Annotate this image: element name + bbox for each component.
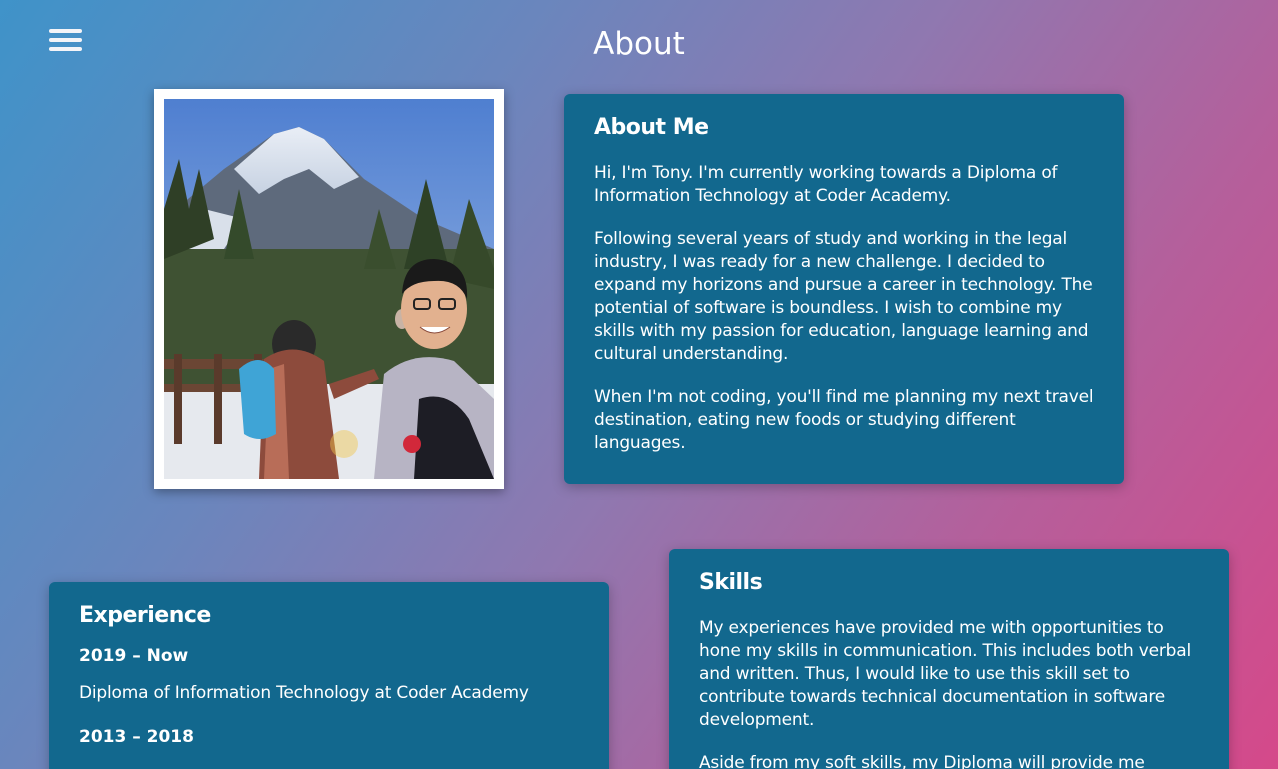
about-me-heading: About Me bbox=[594, 115, 709, 140]
experience-period: 2019 – Now bbox=[79, 646, 189, 666]
skills-card: Skills My experiences have provided me w… bbox=[669, 549, 1229, 769]
about-me-paragraph: When I'm not coding, you'll find me plan… bbox=[594, 387, 1094, 453]
about-me-paragraph: Hi, I'm Tony. I'm currently working towa… bbox=[594, 163, 1058, 206]
experience-heading: Experience bbox=[79, 603, 211, 628]
experience-description: Diploma of Information Technology at Cod… bbox=[79, 683, 529, 703]
skills-paragraph: Aside from my soft skills, my Diploma wi… bbox=[699, 753, 1145, 769]
experience-entry: 2019 – Now Diploma of Information Techno… bbox=[79, 644, 579, 705]
about-me-paragraph: Following several years of study and wor… bbox=[594, 229, 1093, 364]
profile-photo bbox=[164, 99, 494, 479]
experience-entry: 2013 – 2018 bbox=[79, 725, 579, 749]
profile-photo-frame bbox=[154, 89, 504, 489]
experience-card: Experience 2019 – Now Diploma of Informa… bbox=[49, 582, 609, 769]
experience-period: 2013 – 2018 bbox=[79, 727, 194, 747]
skills-paragraph: My experiences have provided me with opp… bbox=[699, 618, 1192, 730]
about-me-card: About Me Hi, I'm Tony. I'm currently wor… bbox=[564, 94, 1124, 484]
page-title: About bbox=[593, 26, 685, 62]
skills-heading: Skills bbox=[699, 570, 763, 595]
